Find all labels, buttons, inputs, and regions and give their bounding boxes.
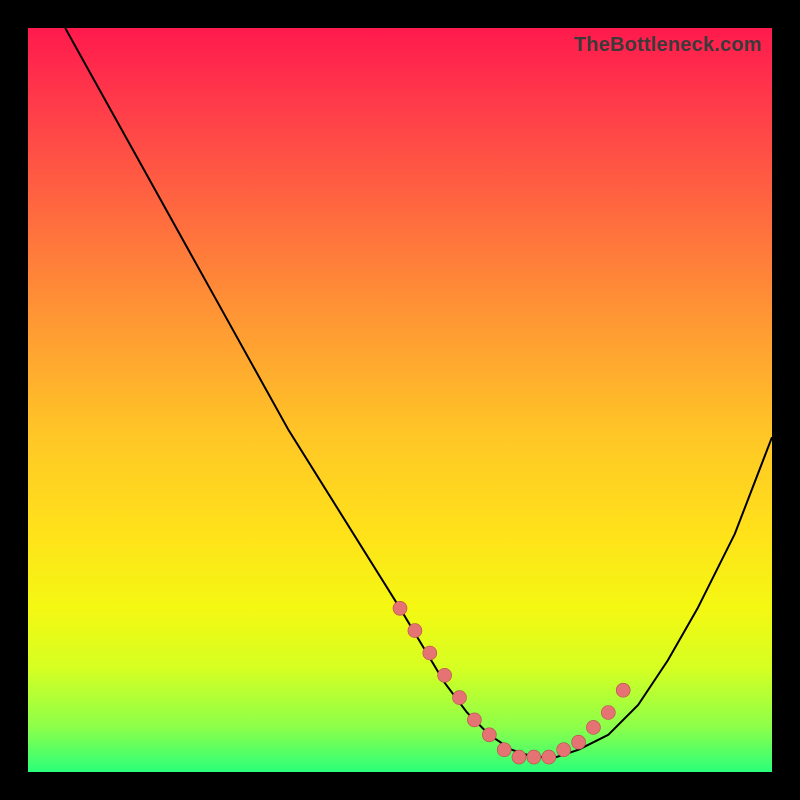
marker-dot	[453, 691, 467, 705]
marker-dot	[616, 683, 630, 697]
curve-layer	[28, 28, 772, 772]
marker-dot	[572, 735, 586, 749]
bottleneck-curve	[65, 28, 772, 757]
marker-dot	[438, 668, 452, 682]
marker-dot	[423, 646, 437, 660]
plot-area: TheBottleneck.com	[28, 28, 772, 772]
marker-dot	[408, 624, 422, 638]
marker-dot	[527, 750, 541, 764]
marker-dots	[393, 601, 630, 764]
marker-dot	[601, 706, 615, 720]
marker-dot	[393, 601, 407, 615]
marker-dot	[542, 750, 556, 764]
chart-frame: TheBottleneck.com	[0, 0, 800, 800]
marker-dot	[512, 750, 526, 764]
marker-dot	[482, 728, 496, 742]
marker-dot	[467, 713, 481, 727]
marker-dot	[586, 720, 600, 734]
marker-dot	[557, 743, 571, 757]
marker-dot	[497, 743, 511, 757]
